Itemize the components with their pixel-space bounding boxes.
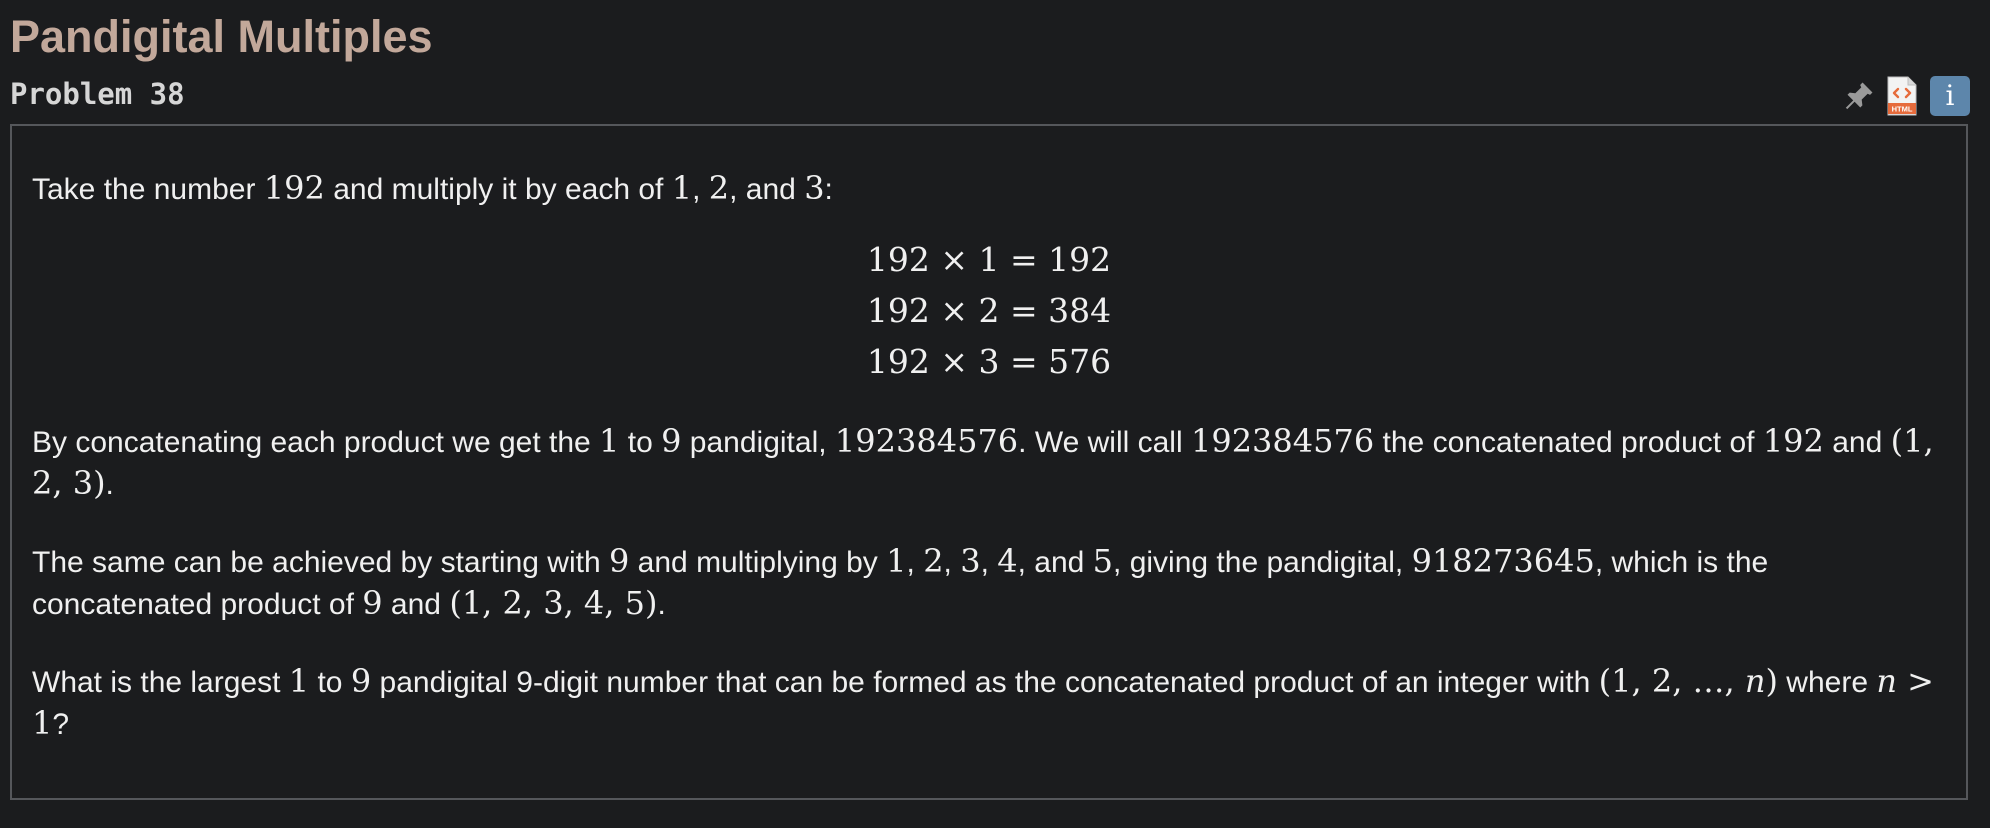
- pin-icon[interactable]: [1842, 79, 1876, 113]
- problem-intro: Take the number 192 and multiply it by e…: [32, 169, 833, 207]
- html-icon[interactable]: HTML: [1886, 76, 1918, 116]
- equations-block: 192 × 1 = 192 192 × 2 = 384 192 × 3 = 57…: [32, 234, 1946, 387]
- info-icon[interactable]: i: [1930, 76, 1970, 116]
- equation-line: 192 × 1 = 192: [866, 240, 1112, 279]
- problem-content: Take the number 192 and multiply it by e…: [10, 124, 1968, 800]
- problem-paragraph: By concatenating each product we get the…: [32, 422, 1934, 502]
- page-title: Pandigital Multiples: [10, 11, 433, 62]
- equation-line: 192 × 3 = 576: [866, 342, 1112, 381]
- problem-number: Problem 38: [10, 77, 185, 111]
- toolbar-icons: HTML i: [1842, 76, 1970, 116]
- problem-question: What is the largest 1 to 9 pandigital 9-…: [32, 662, 1934, 742]
- html-icon-label: HTML: [1892, 105, 1913, 114]
- equation-line: 192 × 2 = 384: [866, 291, 1112, 330]
- problem-paragraph: The same can be achieved by starting wit…: [32, 542, 1769, 622]
- page: Pandigital Multiples Problem 38 HTML i T…: [0, 0, 1990, 828]
